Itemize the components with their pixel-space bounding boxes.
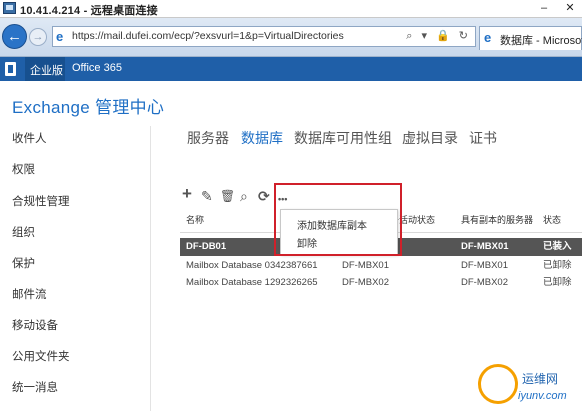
tab-servers[interactable]: 服务器 <box>187 128 229 148</box>
sidebar-item-unified-messaging[interactable]: 统一消息 <box>12 379 58 395</box>
cell-servers: DF-MBX02 <box>461 277 508 288</box>
ie-tab-icon: e <box>484 30 492 45</box>
cell-servers: DF-MBX01 <box>461 241 509 252</box>
sidebar-item-protection[interactable]: 保护 <box>12 255 35 271</box>
sidebar-item-recipients[interactable]: 收件人 <box>12 130 47 146</box>
cell-status: 已卸除 <box>543 277 572 288</box>
cell-status: 已卸除 <box>543 260 572 271</box>
plus-icon[interactable]: + <box>182 185 192 202</box>
browser-toolbar: ← → e https://mail.dufei.com/ecp/?exsvur… <box>0 18 582 57</box>
sidebar-item-mail-flow[interactable]: 邮件流 <box>12 286 47 302</box>
sidebar-divider <box>150 126 151 411</box>
tab-dag[interactable]: 数据库可用性组 <box>294 128 392 148</box>
column-header-status[interactable]: 状态 <box>543 208 561 232</box>
cell-servers: DF-MBX01 <box>461 260 508 271</box>
remote-desktop-icon <box>3 2 16 14</box>
back-button[interactable]: ← <box>2 24 27 49</box>
watermark-logo-icon <box>478 364 518 404</box>
cell-status: 已装入 <box>543 241 572 252</box>
search-icon[interactable]: ⌕ <box>240 188 248 204</box>
sidebar-item-mobile[interactable]: 移动设备 <box>12 317 58 333</box>
arrow-left-icon: ← <box>7 28 22 45</box>
sidebar-item-public-folders[interactable]: 公用文件夹 <box>12 348 70 364</box>
browser-tab[interactable]: e 数据库 - Microsoft <box>479 26 582 50</box>
sidebar-item-permissions[interactable]: 权限 <box>12 161 35 177</box>
tab-virtual-directories[interactable]: 虚拟目录 <box>402 128 458 148</box>
tab-certificates[interactable]: 证书 <box>469 128 497 148</box>
cell-active: DF-MBX01 <box>342 260 389 271</box>
tab-label: 数据库 - Microsoft <box>500 35 582 47</box>
minimize-button[interactable]: – <box>535 1 553 15</box>
column-header-servers[interactable]: 具有副本的服务器 <box>461 208 533 232</box>
close-button[interactable]: ✕ <box>561 1 579 15</box>
office365-bar: 企业版 Office 365 <box>0 57 582 81</box>
column-header-name[interactable]: 名称 <box>186 208 204 232</box>
arrow-right-icon: → <box>32 31 44 43</box>
window-title: 10.41.4.214 - 远程桌面连接 <box>20 5 158 17</box>
sidebar-item-compliance[interactable]: 合规性管理 <box>12 193 70 209</box>
table-row[interactable]: Mailbox Database 1292326265 DF-MBX02 DF-… <box>180 274 582 292</box>
office365-link[interactable]: Office 365 <box>72 62 122 74</box>
pencil-icon[interactable]: ✎ <box>201 188 213 204</box>
trash-icon[interactable]: 🗑 <box>220 188 235 204</box>
sidebar-item-organization[interactable]: 组织 <box>12 224 35 240</box>
forward-button[interactable]: → <box>29 28 47 46</box>
watermark-text: 运维网 <box>522 372 559 386</box>
office-logo-icon <box>5 62 16 76</box>
address-bar[interactable]: e https://mail.dufei.com/ecp/?exsvurl=1&… <box>52 26 476 47</box>
cell-name: Mailbox Database 0342387661 <box>186 260 318 271</box>
ie-page-icon: e <box>56 29 64 44</box>
cell-name: DF-DB01 <box>186 241 227 252</box>
address-url[interactable]: https://mail.dufei.com/ecp/?exsvurl=1&p=… <box>72 30 344 42</box>
enterprise-link[interactable]: 企业版 <box>30 62 63 78</box>
watermark-url: iyunv.com <box>518 390 567 402</box>
app-title: Exchange 管理中心 <box>12 98 165 117</box>
cell-name: Mailbox Database 1292326265 <box>186 277 318 288</box>
refresh-icon[interactable]: ⟳ <box>258 188 270 204</box>
tab-databases[interactable]: 数据库 <box>241 128 283 148</box>
cell-active: DF-MBX02 <box>342 277 389 288</box>
address-tools[interactable]: ⌕ ▾ 🔒 ↻ <box>406 29 471 43</box>
table-row[interactable]: Mailbox Database 0342387661 DF-MBX01 DF-… <box>180 257 582 275</box>
remote-desktop-titlebar: 10.41.4.214 - 远程桌面连接 – ✕ <box>0 0 582 18</box>
highlight-box <box>274 183 402 256</box>
